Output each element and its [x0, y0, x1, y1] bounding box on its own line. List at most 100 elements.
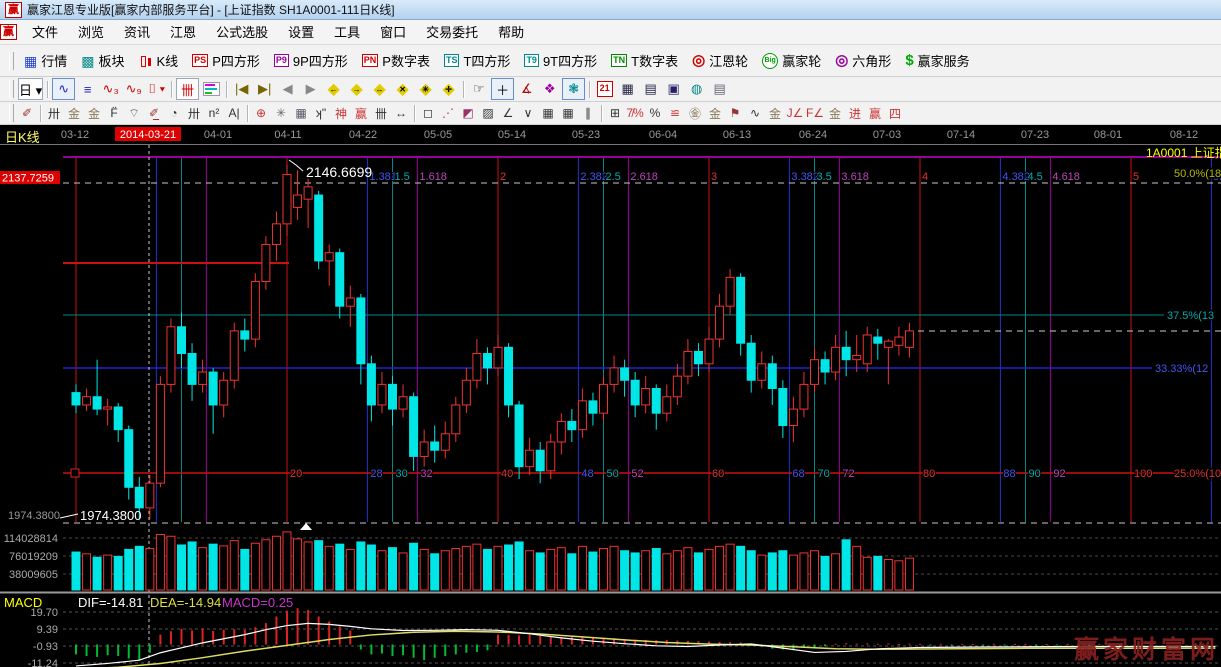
web-export-button[interactable]: ◍ [686, 79, 707, 99]
calendar-21-button[interactable]: 21 [594, 79, 615, 99]
chip-distribution-button[interactable] [201, 79, 222, 99]
toolbar-winner-wheel-button[interactable]: Big赢家轮 [755, 49, 828, 73]
wave-9-button[interactable]: ∿₉ [123, 79, 144, 99]
calculator-button[interactable]: ▦ [617, 79, 638, 99]
toolbar-winner-service-button[interactable]: $赢家服务 [898, 49, 976, 73]
chip-tool-button[interactable]: 卌 [176, 78, 199, 100]
menu-2[interactable]: 资讯 [114, 22, 160, 43]
toolbar-t-number-button[interactable]: TNT数字表 [604, 49, 685, 73]
percent-button[interactable]: % [645, 104, 665, 123]
toolbar-gann-wheel-button[interactable]: ◎江恩轮 [685, 49, 755, 73]
num-grid-button[interactable]: 卌 [371, 104, 391, 123]
first-page-button[interactable]: |◀ [231, 79, 252, 99]
brush-grid-button[interactable]: ✐̲ [144, 104, 164, 123]
ying-grid-button[interactable]: 赢 [351, 104, 371, 123]
line-handle[interactable] [71, 469, 79, 477]
gold-line-button[interactable]: 金 [705, 104, 725, 123]
hand-tool-button[interactable]: ☞ [468, 79, 489, 99]
diamond-arrow-x-button[interactable]: ◆✕ [392, 79, 413, 99]
wave-measure-button[interactable]: ∿ [745, 104, 765, 123]
data-list-button[interactable]: ≡ [77, 79, 98, 99]
menu-4[interactable]: 公式选股 [206, 22, 278, 43]
chart-curve-button[interactable]: ∿ [52, 78, 75, 100]
toolbar-kline-button[interactable]: K线 [132, 49, 186, 73]
prev-page-button[interactable]: ◀ [277, 79, 298, 99]
flag-one-button[interactable]: ⚑ [725, 104, 745, 123]
diamond-arrow-left-button[interactable]: ◆← [323, 79, 344, 99]
toolbar-p-number-button[interactable]: PNP数字表 [355, 49, 437, 73]
stamp-tool-button[interactable]: ❖ [539, 79, 560, 99]
crosshair-tool-button[interactable]: ＋ [491, 78, 514, 100]
big-grid-2-button[interactable]: ▦ [558, 104, 578, 123]
diamond-arrow-h-button[interactable]: ◆↔ [369, 79, 390, 99]
menu-1[interactable]: 浏览 [68, 22, 114, 43]
gold-grid-2-button[interactable]: 金 [84, 104, 104, 123]
menu-5[interactable]: 设置 [278, 22, 324, 43]
parallel-lines-button[interactable]: ∥ [578, 104, 598, 123]
cloud-tool-button[interactable]: ❃ [562, 78, 585, 100]
candle-style-dropdown-button[interactable]: ⌷ ▾ [146, 79, 167, 99]
diamond-arrow-right-button[interactable]: ◆→ [346, 79, 367, 99]
box-measure-button[interactable]: ◻ [418, 104, 438, 123]
next-page-button[interactable]: ▶ [300, 79, 321, 99]
gold-angle-button[interactable]: 金 [825, 104, 845, 123]
gann-vertical-lines[interactable] [76, 158, 1211, 522]
menu-9[interactable]: 帮助 [488, 22, 534, 43]
n-square-button[interactable]: n² [204, 104, 224, 123]
grid-tool-button[interactable]: 卅 [184, 104, 204, 123]
menu-3[interactable]: 江恩 [160, 22, 206, 43]
save-button[interactable]: ▣ [663, 79, 684, 99]
last-page-button[interactable]: ▶| [254, 79, 275, 99]
toolbar-blocks-button[interactable]: ▩板块 [74, 49, 131, 73]
toolbar-t-square-button[interactable]: TST四方形 [437, 49, 517, 73]
k-mark-button[interactable]: ʞ" [311, 104, 331, 123]
toolbar-quotes-button[interactable]: ▦行情 [17, 49, 74, 73]
chart-area[interactable]: 03-122014-03-2104-0104-1104-2205-0505-14… [0, 125, 1221, 667]
gold-line-2-button[interactable]: 金 [765, 104, 785, 123]
toolbar-hexagon-button[interactable]: ◎六角形 [828, 49, 898, 73]
j-angle-button[interactable]: J∠ [785, 104, 805, 123]
angle-lines-button[interactable]: ∠ [498, 104, 518, 123]
notepad-button[interactable]: ▤ [640, 79, 661, 99]
candlestick-series[interactable] [72, 165, 913, 520]
gann-horizontal-lines[interactable] [63, 157, 1221, 477]
wave-3-button[interactable]: ∿₃ [100, 79, 121, 99]
period-day-dropdown-button[interactable]: 日 ▾ [18, 78, 43, 100]
ying-angle-button[interactable]: 赢 [865, 104, 885, 123]
menu-8[interactable]: 交易委托 [416, 22, 488, 43]
big-grid-button[interactable]: ▦ [538, 104, 558, 123]
v-lines-button[interactable]: ∨ [518, 104, 538, 123]
gold-grid-button[interactable]: 金 [64, 104, 84, 123]
box-grid-button[interactable]: ▦ [291, 104, 311, 123]
diamond-arrow-cross-button[interactable]: ◆✛ [438, 79, 459, 99]
box-fan-button[interactable]: ▨ [478, 104, 498, 123]
angle-measure-tool-button[interactable]: ∡ [516, 79, 537, 99]
f-square-button[interactable]: F̈ [104, 104, 124, 123]
menu-6[interactable]: 工具 [324, 22, 370, 43]
menu-7[interactable]: 窗口 [370, 22, 416, 43]
fan-box-button[interactable]: ◩ [458, 104, 478, 123]
toolbar-t9-square-button[interactable]: T99T四方形 [517, 49, 604, 73]
spiral-square-button[interactable]: ⌔ [124, 104, 144, 123]
gann-grid-button[interactable]: 卅 [44, 104, 64, 123]
time-circle-button[interactable]: ◔ [164, 104, 184, 123]
pen-tool-button[interactable]: ✐ [17, 104, 37, 123]
pct-seven-button[interactable]: 7̸% [625, 104, 645, 123]
toolbar-p-square-button[interactable]: PSP四方形 [185, 49, 267, 73]
toolbar-p9-square-button[interactable]: P99P四方形 [267, 49, 355, 73]
circle-cross-button[interactable]: ⊕ [251, 104, 271, 123]
star-circle-button[interactable]: ✳ [271, 104, 291, 123]
pct-table-button[interactable]: ⊞ [605, 104, 625, 123]
f-angle-button[interactable]: F∠ [805, 104, 825, 123]
span-arrow-button[interactable]: ↔ [391, 104, 411, 123]
mirror-tool-button[interactable]: A| [224, 104, 244, 123]
jin-angle-button[interactable]: 进 [845, 104, 865, 123]
printer-button[interactable]: ▤ [709, 79, 730, 99]
si-angle-button[interactable]: 四 [885, 104, 905, 123]
kline-chart[interactable]: 03-122014-03-2104-0104-1104-2205-0505-14… [0, 125, 1221, 667]
shen-grid-button[interactable]: 神 [331, 104, 351, 123]
diamond-arrow-star-button[interactable]: ◆✳ [415, 79, 436, 99]
gold-circle-button[interactable]: ㊎ [685, 104, 705, 123]
pct-line-button[interactable]: ≌ [665, 104, 685, 123]
menu-0[interactable]: 文件 [22, 22, 68, 43]
